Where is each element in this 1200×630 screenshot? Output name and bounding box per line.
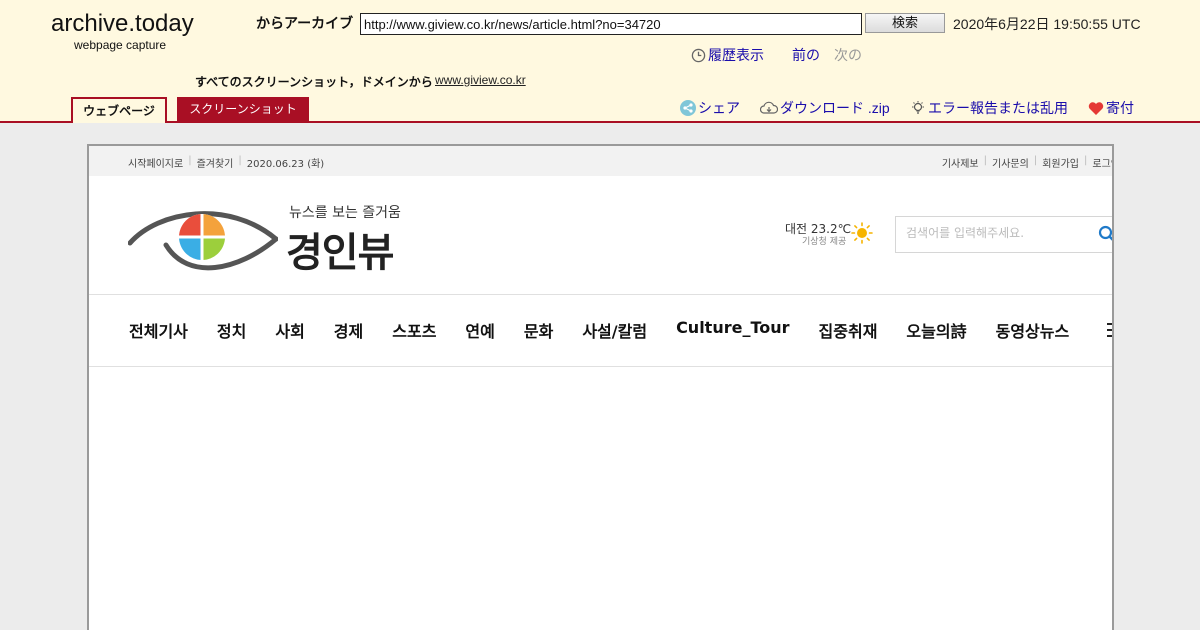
topbar-date: 2020.06.23 (화) (246, 159, 325, 170)
nav-item-economy[interactable]: 경제 (334, 318, 363, 342)
topbar-link-homepage[interactable]: 시작페이지로 (128, 155, 183, 170)
next-link: 次の (834, 47, 862, 63)
site-search-input[interactable] (906, 226, 1086, 240)
history-link[interactable]: 履歴表示 (691, 45, 764, 65)
capture-date: 2020年6月22日 19:50:55 UTC (953, 16, 1141, 32)
archive-from-label: からアーカイブ (256, 15, 354, 31)
tab-webpage[interactable]: ウェブページ (71, 97, 167, 123)
topbar-link-signup[interactable]: 회원가입 (1042, 155, 1079, 170)
nav-item-sports[interactable]: 스포츠 (392, 318, 436, 342)
archive-header: archive.today webpage capture からアーカイブ 検索… (0, 0, 1200, 123)
download-label: ダウンロード .zip (780, 100, 890, 116)
share-label: シェア (698, 100, 740, 116)
domain-link[interactable]: www.giview.co.kr (435, 73, 526, 87)
nav-divider (89, 366, 1112, 367)
separator: | (1084, 155, 1088, 166)
share-icon (680, 100, 696, 116)
report-link[interactable]: エラー報告または乱用 (910, 98, 1068, 118)
menu-icon[interactable] (1107, 322, 1114, 338)
report-label: エラー報告または乱用 (928, 100, 1068, 116)
bulb-icon (912, 101, 924, 114)
donate-label: 寄付 (1106, 100, 1134, 116)
prev-link[interactable]: 前の (792, 45, 820, 65)
topbar-link-tip[interactable]: 기사제보 (942, 155, 979, 170)
nav-item-entertainment[interactable]: 연예 (465, 318, 494, 342)
clock-icon (691, 48, 706, 62)
site-search-box (895, 216, 1114, 253)
site-name[interactable]: 경인뷰 (286, 220, 394, 278)
separator: | (983, 155, 988, 166)
nav-item-politics[interactable]: 정치 (217, 318, 246, 342)
history-label: 履歴表示 (708, 47, 764, 63)
topbar-link-bookmark[interactable]: 즐겨찾기 (197, 155, 234, 170)
nav-item-culture-tour[interactable]: Culture_Tour (676, 318, 789, 342)
archive-logo[interactable]: archive.today (51, 10, 194, 38)
logo-eye-icon[interactable] (128, 201, 278, 273)
heart-icon (1088, 101, 1104, 115)
separator: | (238, 155, 242, 166)
main-nav: 전체기사 정치 사회 경제 스포츠 연예 문화 사설/칼럼 Culture_To… (129, 318, 1098, 342)
archive-url-input[interactable] (360, 13, 862, 35)
nav-item-focus[interactable]: 집중취재 (819, 318, 878, 342)
sun-icon (851, 222, 873, 244)
topbar-link-inquiry[interactable]: 기사문의 (992, 155, 1029, 170)
archive-search-button[interactable]: 検索 (865, 13, 945, 33)
nav-item-video[interactable]: 동영상뉴스 (996, 318, 1070, 342)
site-topbar: 시작페이지로 | 즐겨찾기 | 2020.06.23 (화) 기사제보 | 기사문의 |… (89, 146, 1112, 176)
cloud-download-icon (760, 101, 778, 114)
nav-item-poem[interactable]: 오늘의詩 (906, 318, 966, 342)
captured-page: 시작페이지로 | 즐겨찾기 | 2020.06.23 (화) 기사제보 | 기사문의 |… (87, 144, 1114, 630)
all-screenshots-label: すべてのスクリーンショット，ドメインから (195, 75, 433, 89)
share-link[interactable]: シェア (680, 98, 740, 118)
nav-item-all[interactable]: 전체기사 (129, 318, 188, 342)
donate-link[interactable]: 寄付 (1088, 98, 1134, 118)
search-icon[interactable] (1098, 225, 1114, 243)
weather-source: 기상청 제공 (802, 237, 847, 247)
nav-item-culture[interactable]: 문화 (524, 318, 553, 342)
nav-item-society[interactable]: 사회 (275, 318, 304, 342)
separator: | (188, 155, 192, 166)
header-divider (89, 294, 1112, 295)
site-tagline: 뉴스를 보는 즐거움 (289, 205, 401, 221)
archive-subtitle: webpage capture (74, 38, 167, 52)
download-link[interactable]: ダウンロード .zip (760, 98, 890, 118)
tab-screenshot[interactable]: スクリーンショット (177, 97, 309, 121)
nav-item-editorial[interactable]: 사설/칼럼 (582, 318, 647, 342)
topbar-link-login[interactable]: 로그인 (1092, 155, 1112, 170)
separator: | (1033, 155, 1038, 166)
